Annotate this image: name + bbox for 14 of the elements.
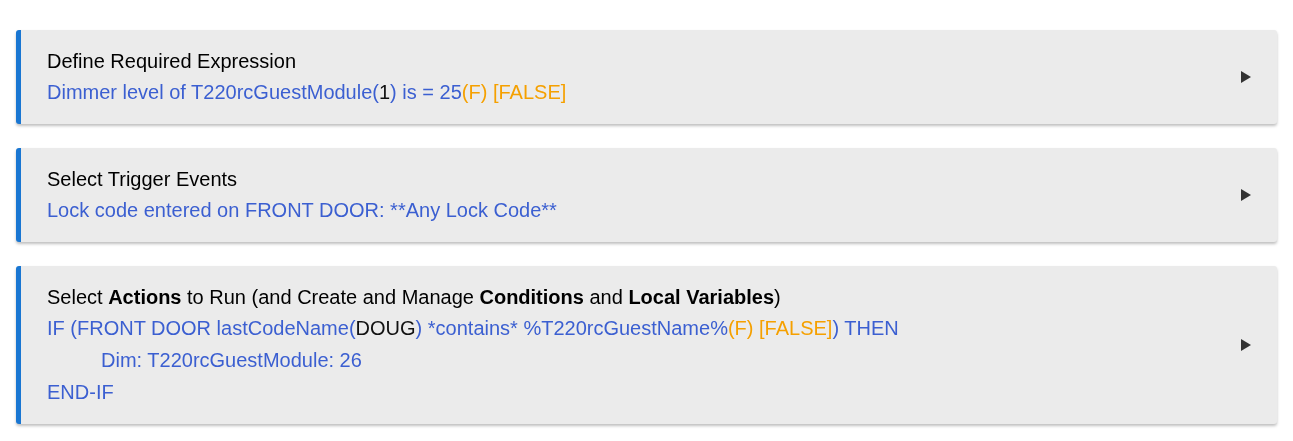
rule-line: Dim: T220rcGuestModule: 26: [101, 348, 363, 373]
section-card[interactable]: Select Actions to Run (and Create and Manage Conditions and Local Variables) IF (FRONT DOOR lastCodeName(DOUG) *contains* %T220rcGuestName%(F) [FALSE]) THEN Dim: T220rcGuestModule: 26 END-IF: [16, 266, 1277, 424]
section-title: Select Trigger Events: [47, 167, 239, 192]
section-title: Define Required Expression: [47, 49, 298, 74]
section-title: Select Actions to Run (and Create and Manage Conditions and Local Variables): [47, 285, 782, 310]
rule-line: IF (FRONT DOOR lastCodeName(DOUG) *contains* %T220rcGuestName%(F) [FALSE]) THEN: [47, 316, 900, 341]
caret-icon: [1241, 71, 1251, 83]
rule-line: END-IF: [47, 380, 115, 405]
section-card[interactable]: Select Trigger Events Lock code entered on FRONT DOOR: **Any Lock Code**: [16, 148, 1277, 242]
caret-icon: [1241, 189, 1251, 201]
caret-icon: [1241, 339, 1251, 351]
section-card[interactable]: Define Required Expression Dimmer level of T220rcGuestModule(1) is = 25(F) [FALSE]: [16, 30, 1277, 124]
rule-line: Lock code entered on FRONT DOOR: **Any Lock Code**: [47, 198, 558, 223]
rule-line: Dimmer level of T220rcGuestModule(1) is = 25(F) [FALSE]: [47, 80, 568, 105]
